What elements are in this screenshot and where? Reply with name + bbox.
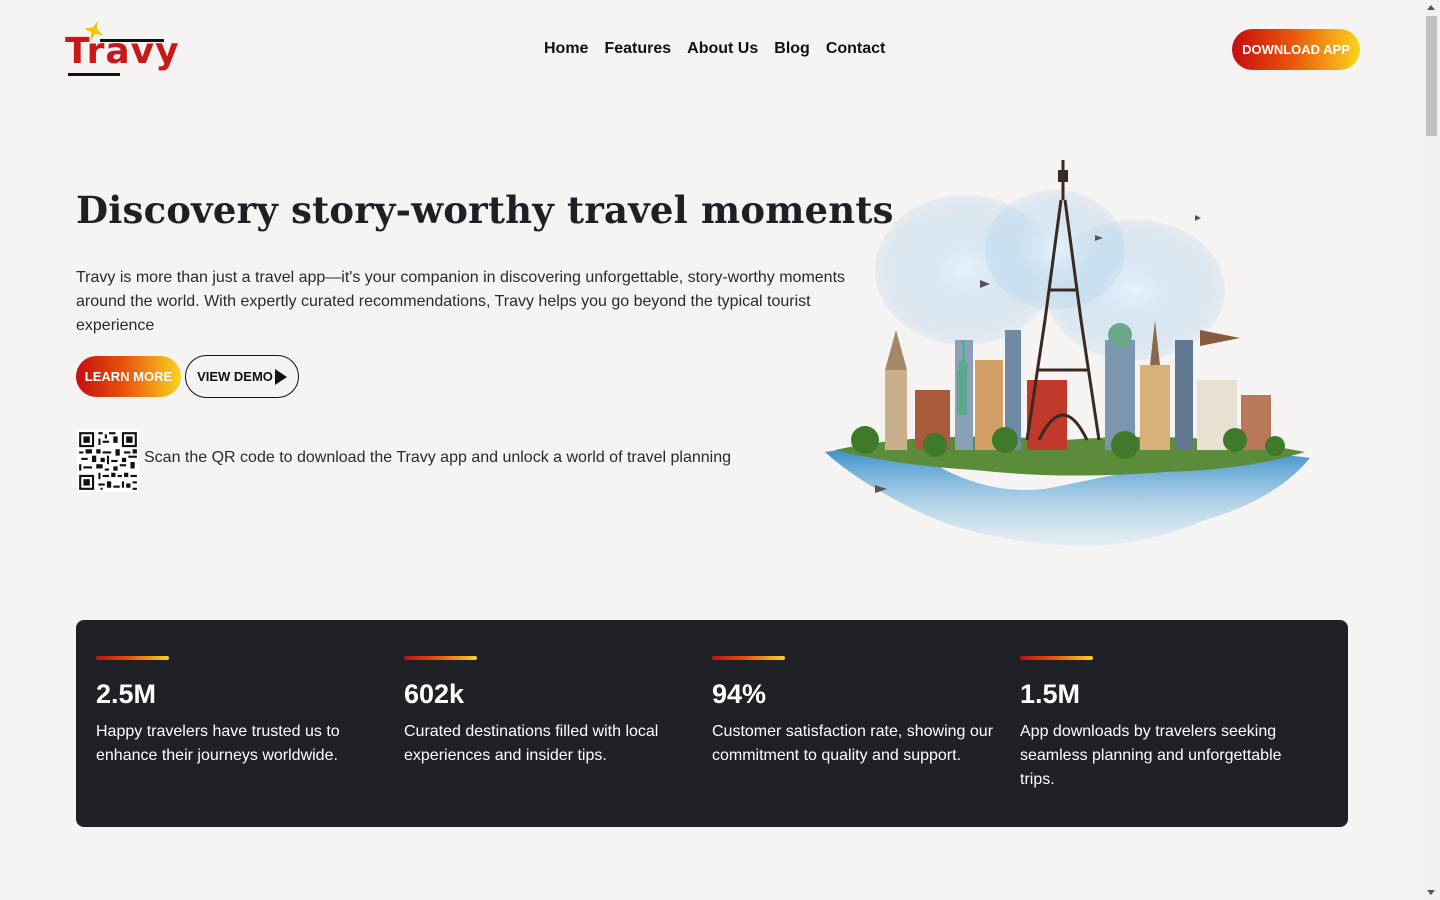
learn-more-button[interactable]: LEARN MORE: [76, 356, 181, 397]
vertical-scrollbar[interactable]: [1423, 0, 1440, 900]
qr-caption: Scan the QR code to download the Travy a…: [144, 449, 732, 466]
stat-satisfaction: 94% Customer satisfaction rate, showing …: [712, 656, 1002, 768]
view-demo-button[interactable]: VIEW DEMO: [185, 355, 299, 398]
stats-panel: 2.5M Happy travelers have trusted us to …: [76, 620, 1348, 827]
nav-home[interactable]: Home: [544, 40, 588, 58]
qr-code-icon: [77, 430, 139, 492]
stat-value: 1.5M: [1020, 679, 1081, 709]
view-demo-label: VIEW DEMO: [197, 369, 273, 384]
stat-accent-bar: [712, 656, 785, 660]
qr-code: [77, 430, 139, 492]
stat-accent-bar: [96, 656, 169, 660]
stat-description: App downloads by travelers seeking seaml…: [1020, 723, 1282, 788]
play-icon: [274, 368, 287, 385]
logo-text: Travy: [65, 31, 180, 72]
download-app-button[interactable]: DOWNLOAD APP: [1232, 29, 1360, 70]
logo-bar-bottom: [68, 73, 120, 76]
stat-description: Happy travelers have trusted us to enhan…: [96, 723, 340, 764]
nav-blog[interactable]: Blog: [774, 40, 810, 58]
stat-description: Customer satisfaction rate, showing our …: [712, 723, 994, 764]
stat-accent-bar: [1020, 656, 1093, 660]
stat-travelers: 2.5M Happy travelers have trusted us to …: [96, 656, 386, 768]
scroll-up-arrow-icon[interactable]: [1427, 5, 1435, 10]
stat-value: 602k: [404, 679, 465, 709]
main-nav: Home Features About Us Blog Contact: [544, 40, 885, 58]
hero-description: Travy is more than just a travel app—it'…: [76, 269, 846, 334]
stat-downloads: 1.5M App downloads by travelers seeking …: [1020, 656, 1290, 792]
nav-about-us[interactable]: About Us: [687, 40, 758, 58]
stat-value: 94%: [712, 679, 767, 709]
stat-description: Curated destinations filled with local e…: [404, 723, 659, 764]
stat-value: 2.5M: [96, 679, 157, 709]
scroll-thumb[interactable]: [1426, 16, 1437, 136]
nav-contact[interactable]: Contact: [826, 40, 886, 58]
nav-features[interactable]: Features: [604, 40, 671, 58]
stat-destinations: 602k Curated destinations filled with lo…: [404, 656, 694, 768]
stat-accent-bar: [404, 656, 477, 660]
travy-logo[interactable]: Travy: [62, 20, 179, 80]
landmarks-illustration: [825, 160, 1310, 546]
scroll-down-arrow-icon[interactable]: [1427, 890, 1435, 895]
hero-title: Discovery story-worthy travel moments: [76, 188, 894, 232]
